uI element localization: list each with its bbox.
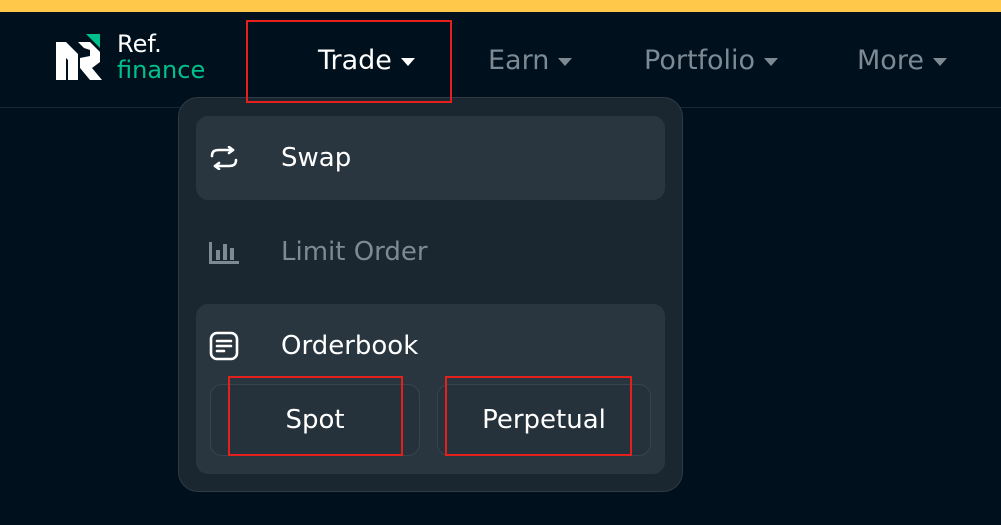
top-banner-strip — [0, 0, 1001, 12]
nav-portfolio-label: Portfolio — [644, 44, 756, 76]
menu-item-swap[interactable]: Swap — [196, 116, 665, 200]
logo-text-finance: finance — [117, 56, 206, 84]
nav-more[interactable]: More — [857, 42, 947, 78]
top-navbar: Ref. finance Trade Earn Portfolio More — [0, 12, 1001, 108]
nav-earn-label: Earn — [488, 44, 550, 76]
nav-portfolio[interactable]: Portfolio — [644, 42, 779, 78]
highlight-box-trade — [246, 20, 452, 103]
swap-arrows-icon — [208, 142, 240, 174]
logo-wordmark: Ref. finance — [117, 31, 205, 83]
highlight-box-perpetual — [445, 376, 632, 456]
menu-item-swap-label: Swap — [281, 143, 352, 173]
chevron-down-icon — [764, 57, 779, 66]
menu-item-limit-order-label: Limit Order — [281, 237, 428, 267]
nav-more-label: More — [857, 44, 924, 76]
logo-text-ref: Ref. — [117, 30, 162, 58]
chevron-down-icon — [932, 57, 947, 66]
candlestick-icon — [208, 236, 240, 268]
menu-item-orderbook-label: Orderbook — [281, 331, 419, 361]
chevron-down-icon — [558, 57, 573, 66]
ref-finance-logo-icon[interactable] — [56, 34, 102, 80]
document-lines-icon — [208, 330, 240, 362]
menu-item-limit-order[interactable]: Limit Order — [196, 210, 665, 294]
nav-earn[interactable]: Earn — [488, 42, 573, 78]
highlight-box-spot — [228, 376, 403, 456]
